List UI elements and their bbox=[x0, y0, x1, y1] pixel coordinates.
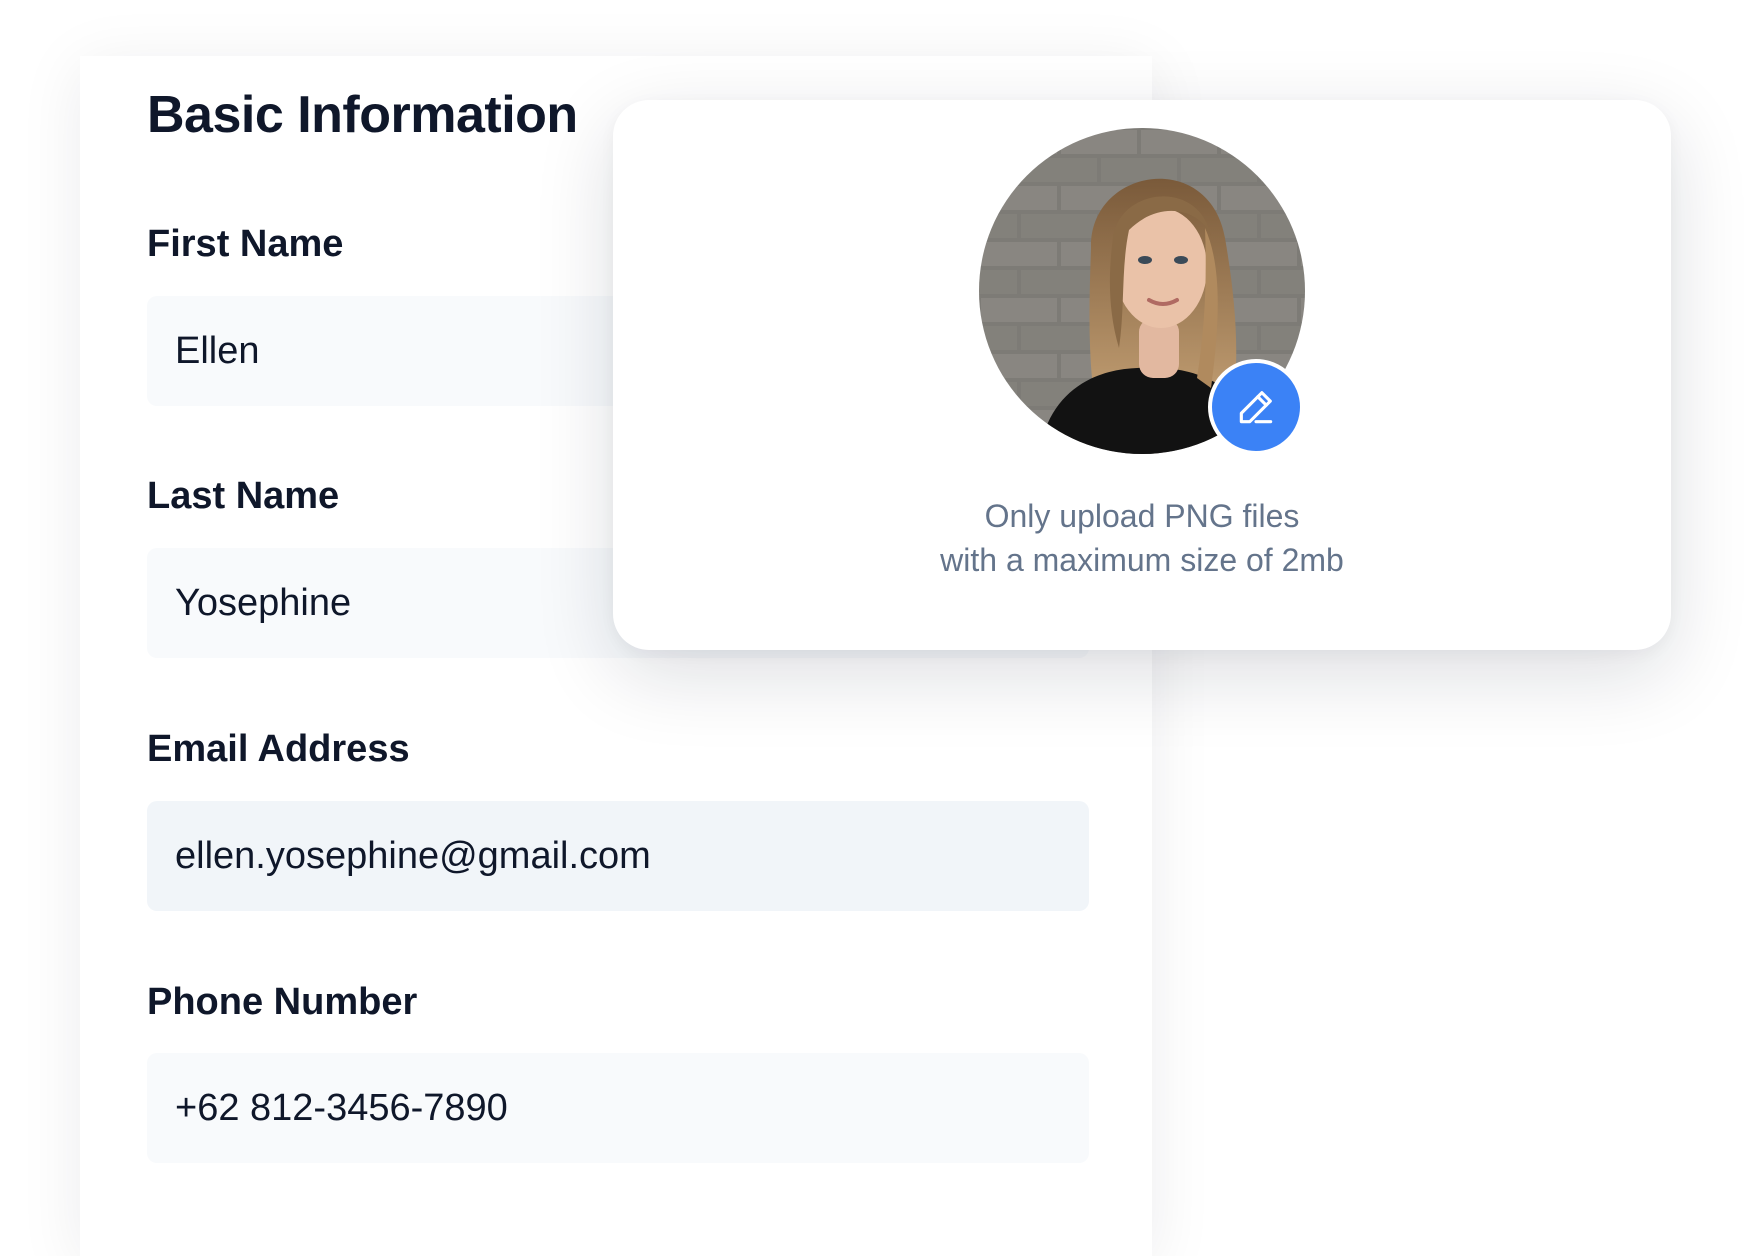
email-input[interactable]: ellen.yosephine@gmail.com bbox=[147, 801, 1089, 911]
email-value: ellen.yosephine@gmail.com bbox=[175, 834, 651, 877]
phone-label: Phone Number bbox=[147, 981, 418, 1023]
last-name-label: Last Name bbox=[147, 475, 340, 517]
first-name-value: Ellen bbox=[175, 329, 260, 372]
avatar-container bbox=[979, 128, 1305, 455]
section-title: Basic Information bbox=[147, 86, 578, 144]
first-name-label: First Name bbox=[147, 223, 344, 265]
edit-photo-button[interactable] bbox=[1208, 359, 1304, 455]
phone-input[interactable]: +62 812-3456-7890 bbox=[147, 1053, 1089, 1163]
email-label: Email Address bbox=[147, 728, 410, 770]
pencil-icon bbox=[1239, 391, 1273, 424]
upload-hint: Only upload PNG files with a maximum siz… bbox=[613, 494, 1671, 582]
upload-hint-line-2: with a maximum size of 2mb bbox=[940, 542, 1344, 578]
photo-upload-card: Only upload PNG files with a maximum siz… bbox=[613, 100, 1671, 650]
last-name-value: Yosephine bbox=[175, 581, 352, 624]
upload-hint-line-1: Only upload PNG files bbox=[984, 498, 1300, 534]
phone-value: +62 812-3456-7890 bbox=[175, 1086, 508, 1129]
